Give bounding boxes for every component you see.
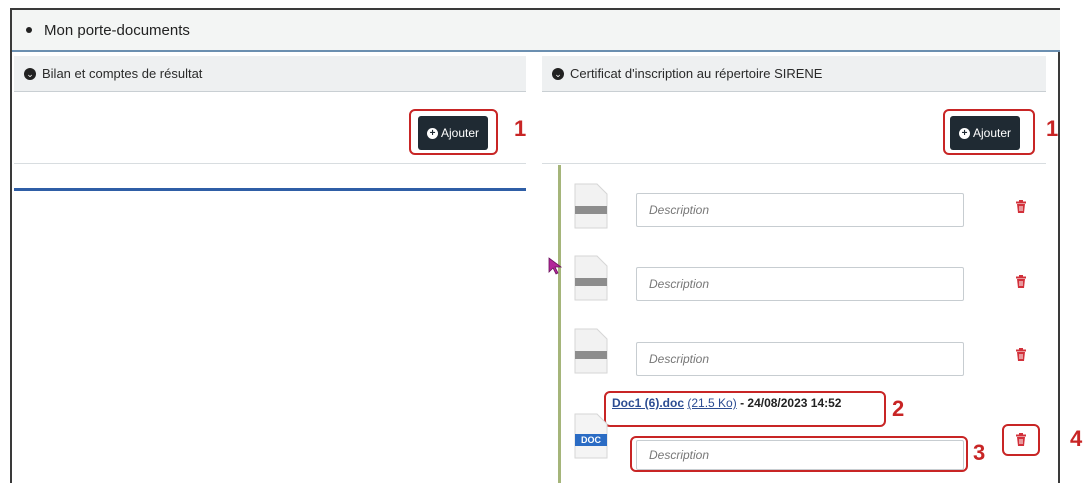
description-input[interactable]: Description xyxy=(636,193,964,227)
file-icon xyxy=(574,183,608,229)
divider xyxy=(14,163,526,164)
section-header: Mon porte-documents xyxy=(12,10,1060,52)
marker-1-left: 1 xyxy=(514,116,527,141)
description-input[interactable]: Description xyxy=(636,267,964,301)
file-icon xyxy=(574,328,608,374)
section-title: Mon porte-documents xyxy=(44,21,190,39)
marker-3: 3 xyxy=(973,440,986,465)
highlight-box xyxy=(943,109,1035,155)
left-panel-header[interactable]: ⌄ Bilan et comptes de résultat xyxy=(14,56,526,92)
highlight-box xyxy=(604,391,886,427)
chevron-down-icon: ⌄ xyxy=(552,67,564,80)
description-input[interactable]: Description xyxy=(636,342,964,376)
highlight-box xyxy=(630,436,968,472)
bullet-icon xyxy=(26,27,32,33)
divider xyxy=(542,163,1046,164)
highlight-box xyxy=(1002,424,1040,456)
chevron-down-icon: ⌄ xyxy=(24,67,36,80)
marker-1-right: 1 xyxy=(1046,116,1059,141)
file-icon xyxy=(574,255,608,301)
left-panel-title: Bilan et comptes de résultat xyxy=(42,66,203,81)
right-panel-header[interactable]: ⌄ Certificat d'inscription au répertoire… xyxy=(542,56,1046,92)
trash-icon[interactable] xyxy=(1014,275,1028,289)
drop-zone-line xyxy=(14,188,526,191)
file-list-rail xyxy=(558,165,561,483)
marker-4: 4 xyxy=(1070,426,1083,451)
doc-badge: DOC xyxy=(575,434,607,446)
trash-icon[interactable] xyxy=(1014,200,1028,214)
highlight-box xyxy=(409,109,498,155)
right-panel-title: Certificat d'inscription au répertoire S… xyxy=(570,66,823,81)
marker-2: 2 xyxy=(892,396,905,421)
cursor-icon xyxy=(548,257,562,275)
trash-icon[interactable] xyxy=(1014,348,1028,362)
